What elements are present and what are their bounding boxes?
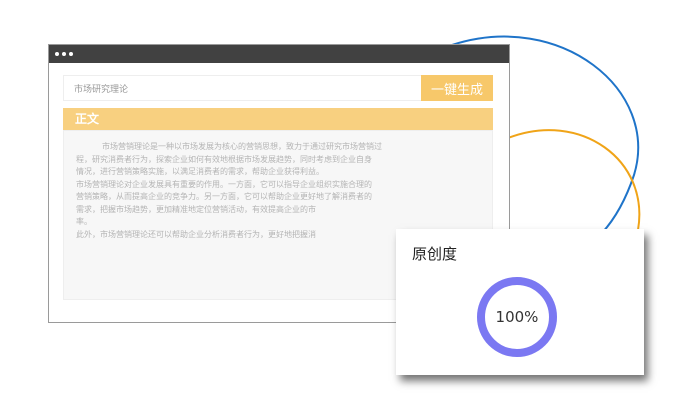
originality-title: 原创度 (412, 245, 458, 263)
window-dot-icon (62, 52, 66, 56)
content-line: 市场营销理论对企业发展具有重要的作用。一方面，它可以指导企业组织实施合理的 (76, 179, 372, 189)
window-dot-icon (69, 52, 73, 56)
originality-card: 原创度 100% (396, 229, 644, 375)
window-dot-icon (55, 52, 59, 56)
topic-input[interactable] (64, 76, 414, 100)
topic-input-row: 一键生成 (63, 75, 493, 101)
window-titlebar (49, 45, 509, 63)
content-line: 情况，进行营销策略实施，以满足消费者的需求，帮助企业获得利益。 (76, 167, 324, 176)
content-line: 率。 (76, 217, 92, 226)
section-title: 正文 (63, 108, 493, 130)
generate-button[interactable]: 一键生成 (421, 75, 493, 101)
content-line: 需求，把握市场趋势，更加精准地定位营销活动，有效提高企业的市 (76, 204, 316, 214)
content-line: 程，研究消费者行为，探索企业如何有效地根据市场发展趋势，同时考虑到企业自身 (76, 154, 372, 164)
content-line: 营销策略，从而提高企业的竞争力。另一方面，它可以帮助企业更好地了解消费者的 (76, 192, 372, 201)
originality-value: 100% (495, 308, 539, 326)
screen: 一键生成 正文 市场营销理论是一种以市场发展为核心的营销思想，致力于通过研究市场… (0, 0, 700, 400)
orange-arc (507, 129, 641, 231)
content-line: 市场营销理论是一种以市场发展为核心的营销思想，致力于通过研究市场营销过 (102, 142, 382, 151)
